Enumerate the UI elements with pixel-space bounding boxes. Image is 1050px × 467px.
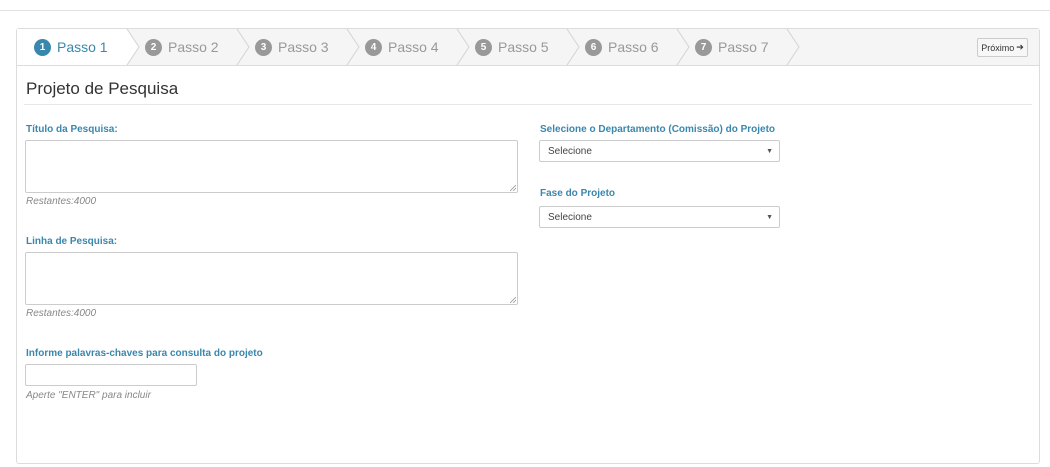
departamento-label: Selecione o Departamento (Comissão) do P… [540,124,776,135]
titulo-counter: Restantes:4000 [26,196,97,207]
step-number-badge: 6 [585,38,602,56]
caret-down-icon: ▼ [766,148,773,155]
departamento-select[interactable]: Selecione ▼ [539,140,780,162]
departamento-selected: Selecione [548,145,592,157]
tab-passo-3[interactable]: 3 Passo 3 [237,29,361,65]
step-number-badge: 1 [34,38,51,56]
tab-passo-1[interactable]: 1 Passo 1 [17,29,141,65]
fase-label: Fase do Projeto [540,188,616,199]
tab-content: 1 Passo 1 [34,29,108,65]
tab-passo-2[interactable]: 2 Passo 2 [127,29,251,65]
step-label: Passo 4 [388,39,439,55]
fase-select[interactable]: Selecione ▼ [539,206,780,228]
step-label: Passo 2 [168,39,219,55]
titulo-label: Título da Pesquisa: [26,124,118,135]
palavras-input[interactable] [25,364,197,386]
tab-content: 5 Passo 5 [475,29,549,65]
tab-content: 3 Passo 3 [255,29,329,65]
linha-counter: Restantes:4000 [26,308,97,319]
wizard-steps-bar: 1 Passo 1 2 Passo 2 3 Passo 3 4 Passo 4 5 Passo 5… [17,29,1039,66]
next-button-label: Próximo [981,42,1015,53]
arrow-right-icon: ➔ [1016,42,1024,52]
step-label: Passo 1 [57,39,108,55]
wizard-panel: 1 Passo 1 2 Passo 2 3 Passo 3 4 Passo 4 5 Passo 5… [16,28,1040,464]
tab-content: 7 Passo 7 [695,29,769,65]
tab-passo-5[interactable]: 5 Passo 5 [457,29,581,65]
linha-label: Linha de Pesquisa: [26,236,118,247]
page-title: Projeto de Pesquisa [26,79,179,98]
palavras-help: Aperte "ENTER" para incluir [26,390,151,401]
resize-grip-icon[interactable] [510,297,516,303]
top-divider [0,10,1050,11]
step-number-badge: 5 [475,38,492,56]
tab-passo-4[interactable]: 4 Passo 4 [347,29,471,65]
palavras-label: Informe palavras-chaves para consulta do… [26,348,263,359]
title-divider [24,104,1032,105]
fase-selected: Selecione [548,211,592,223]
step-label: Passo 7 [718,39,769,55]
step-label: Passo 3 [278,39,329,55]
caret-down-icon: ▼ [766,214,773,221]
step-number-badge: 7 [695,38,712,56]
titulo-textarea[interactable] [25,140,518,193]
step-number-badge: 3 [255,38,272,56]
tab-passo-6[interactable]: 6 Passo 6 [567,29,691,65]
tab-content: 4 Passo 4 [365,29,439,65]
next-button[interactable]: Próximo ➔ [977,38,1028,57]
step-number-badge: 4 [365,38,382,56]
resize-grip-icon[interactable] [510,185,516,191]
tab-passo-7[interactable]: 7 Passo 7 [677,29,801,65]
linha-textarea[interactable] [25,252,518,305]
tab-content: 6 Passo 6 [585,29,659,65]
step-number-badge: 2 [145,38,162,56]
step-label: Passo 5 [498,39,549,55]
step-label: Passo 6 [608,39,659,55]
tab-content: 2 Passo 2 [145,29,219,65]
